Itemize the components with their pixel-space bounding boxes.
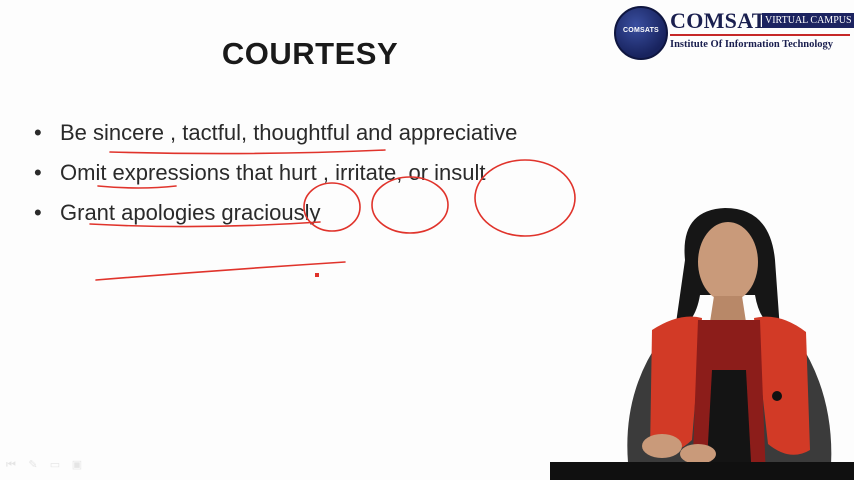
face-shape xyxy=(698,222,758,302)
logo-subtitle: Institute Of Information Technology xyxy=(670,39,834,50)
neck-shape xyxy=(710,296,746,322)
bullet-item: • Omit expressions that hurt , irritate,… xyxy=(34,156,594,190)
bullet-text: Be sincere , tactful, thoughtful and app… xyxy=(60,120,518,145)
bullet-item: • Be sincere , tactful, thoughtful and a… xyxy=(34,116,594,150)
bullet-marker: • xyxy=(34,120,42,145)
desk-edge xyxy=(550,462,854,480)
screen-icon[interactable]: ▣ xyxy=(70,458,84,472)
bullet-text: Grant apologies graciously xyxy=(60,200,321,225)
player-controls: ⏮ ✎ ▭ ▣ xyxy=(4,458,84,476)
microphone-icon xyxy=(772,391,782,401)
bullet-marker: • xyxy=(34,200,42,225)
skip-back-icon[interactable]: ⏮ xyxy=(4,458,18,472)
pen-icon[interactable]: ✎ xyxy=(26,458,40,472)
bullet-text: Omit expressions that hurt , irritate, o… xyxy=(60,160,486,185)
virtual-campus-badge: VIRTUAL CAMPUS xyxy=(762,13,854,28)
comsats-logo: COMSATS COMSATS VIRTUAL CAMPUS Institute… xyxy=(612,4,854,60)
underline-stroke xyxy=(95,261,346,281)
comsats-seal-icon: COMSATS xyxy=(614,6,668,60)
presenter-video xyxy=(627,208,832,480)
hand-shape xyxy=(680,444,716,464)
slide-title: COURTESY xyxy=(221,36,399,71)
pen-cursor-icon xyxy=(315,273,319,277)
lecture-slide: COMSATS COMSATS VIRTUAL CAMPUS Institute… xyxy=(0,0,854,480)
logo-divider xyxy=(670,34,850,36)
bullet-item: • Grant apologies graciously xyxy=(34,196,594,230)
bullet-list: • Be sincere , tactful, thoughtful and a… xyxy=(34,116,594,230)
eraser-icon[interactable]: ▭ xyxy=(48,458,62,472)
hand-shape xyxy=(642,434,682,458)
bullet-marker: • xyxy=(34,160,42,185)
seal-text: COMSATS xyxy=(623,27,659,34)
